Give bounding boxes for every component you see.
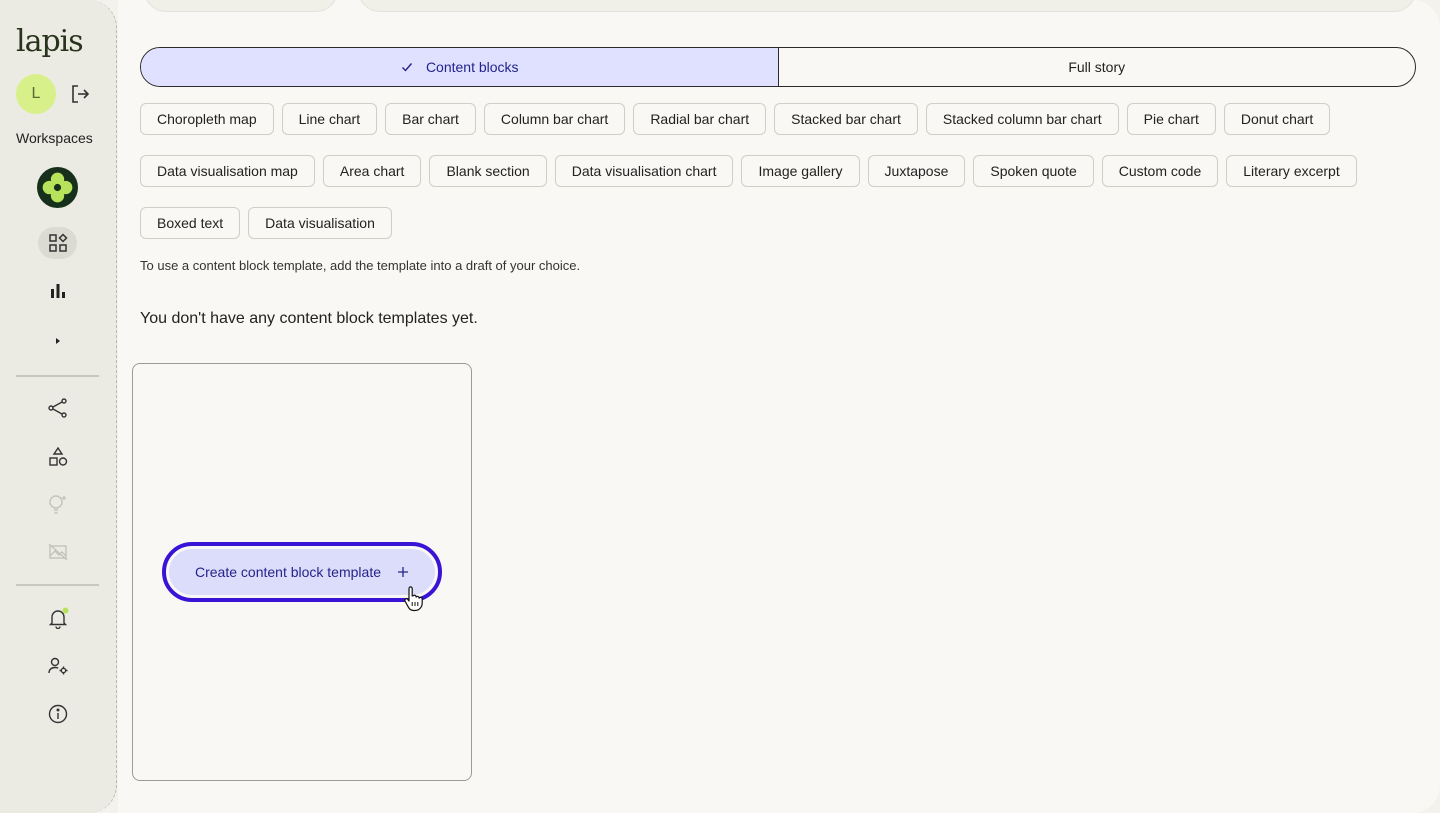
ideas-nav-button (38, 488, 77, 520)
filter-chip-stacked-column-bar-chart[interactable]: Stacked column bar chart (925, 103, 1119, 135)
filter-chip-column-bar-chart[interactable]: Column bar chart (483, 103, 626, 135)
filter-chip-bar-chart[interactable]: Bar chart (385, 103, 476, 135)
sidebar-divider (16, 375, 99, 377)
sidebar-divider (16, 584, 99, 586)
share-icon (47, 398, 67, 418)
filter-chip-stacked-bar-chart[interactable]: Stacked bar chart (774, 103, 918, 135)
workspaces-label: Workspaces (16, 130, 93, 146)
chip-row: Choropleth map Line chart Bar chart Colu… (140, 103, 1420, 135)
sidebar: lapis L Workspaces (0, 0, 117, 813)
analytics-nav-button[interactable] (38, 275, 77, 307)
filter-chip-line-chart[interactable]: Line chart (281, 103, 378, 135)
filter-chip-data-visualisation[interactable]: Data visualisation (248, 207, 392, 239)
ideas-bulb-icon (48, 495, 66, 514)
top-bar-stub (358, 0, 1416, 12)
block-type-filters: Choropleth map Line chart Bar chart Colu… (140, 103, 1420, 259)
info-icon (48, 704, 67, 724)
user-settings-button[interactable] (38, 650, 77, 682)
filter-chip-image-gallery[interactable]: Image gallery (741, 155, 860, 187)
toggle-full-story[interactable]: Full story (779, 48, 1416, 86)
user-avatar[interactable]: L (16, 74, 56, 114)
templates-grid-icon (48, 233, 68, 252)
checkmark-icon (401, 63, 412, 72)
notifications-bell-icon (48, 607, 68, 629)
toggle-full-story-label: Full story (1068, 59, 1126, 75)
template-type-toggle: Content blocks Full story (140, 47, 1416, 87)
expand-arrow-icon (55, 338, 60, 344)
toggle-content-blocks-label: Content blocks (425, 59, 519, 75)
filter-chip-literary-excerpt[interactable]: Literary excerpt (1226, 155, 1357, 187)
filter-chip-spoken-quote[interactable]: Spoken quote (973, 155, 1094, 187)
create-content-block-template-button[interactable]: Create content block template (162, 542, 442, 602)
image-disabled-icon (48, 543, 67, 561)
bar-chart-icon (50, 284, 65, 298)
lapis-logo[interactable]: lapis (16, 24, 84, 59)
logout-icon[interactable] (68, 82, 92, 106)
create-button-label: Create content block template (195, 564, 381, 580)
empty-state-message: You don't have any content block templat… (140, 310, 478, 327)
filter-chip-pie-chart[interactable]: Pie chart (1126, 103, 1216, 135)
expand-sidebar-button[interactable] (38, 325, 77, 357)
notifications-button[interactable] (38, 602, 77, 634)
filter-chip-choropleth-map[interactable]: Choropleth map (140, 103, 274, 135)
create-button-body: Create content block template (169, 549, 435, 595)
workspace-logo-icon[interactable] (37, 167, 78, 208)
filter-chip-juxtapose[interactable]: Juxtapose (867, 155, 966, 187)
media-nav-button (38, 536, 77, 568)
hand-pointer-cursor-icon (404, 586, 423, 612)
chip-row: Boxed text Data visualisation (140, 207, 1420, 239)
templates-nav-button[interactable] (38, 227, 77, 259)
user-settings-icon (47, 657, 67, 675)
filter-chip-donut-chart[interactable]: Donut chart (1223, 103, 1331, 135)
plus-icon (398, 567, 408, 577)
filter-chip-area-chart[interactable]: Area chart (322, 155, 422, 187)
shapes-icon (48, 446, 67, 466)
shapes-nav-button[interactable] (38, 441, 77, 473)
info-button[interactable] (38, 698, 77, 730)
toggle-content-blocks[interactable]: Content blocks (141, 48, 779, 86)
filter-chip-data-visualisation-map[interactable]: Data visualisation map (140, 155, 315, 187)
top-tab-stub (144, 0, 338, 12)
usage-hint: To use a content block template, add the… (140, 258, 581, 273)
filter-chip-radial-bar-chart[interactable]: Radial bar chart (633, 103, 767, 135)
filter-chip-data-visualisation-chart[interactable]: Data visualisation chart (554, 155, 734, 187)
share-nav-button[interactable] (38, 392, 77, 424)
filter-chip-boxed-text[interactable]: Boxed text (140, 207, 241, 239)
filter-chip-custom-code[interactable]: Custom code (1101, 155, 1219, 187)
filter-chip-blank-section[interactable]: Blank section (429, 155, 547, 187)
chip-row: Data visualisation map Area chart Blank … (140, 155, 1420, 187)
